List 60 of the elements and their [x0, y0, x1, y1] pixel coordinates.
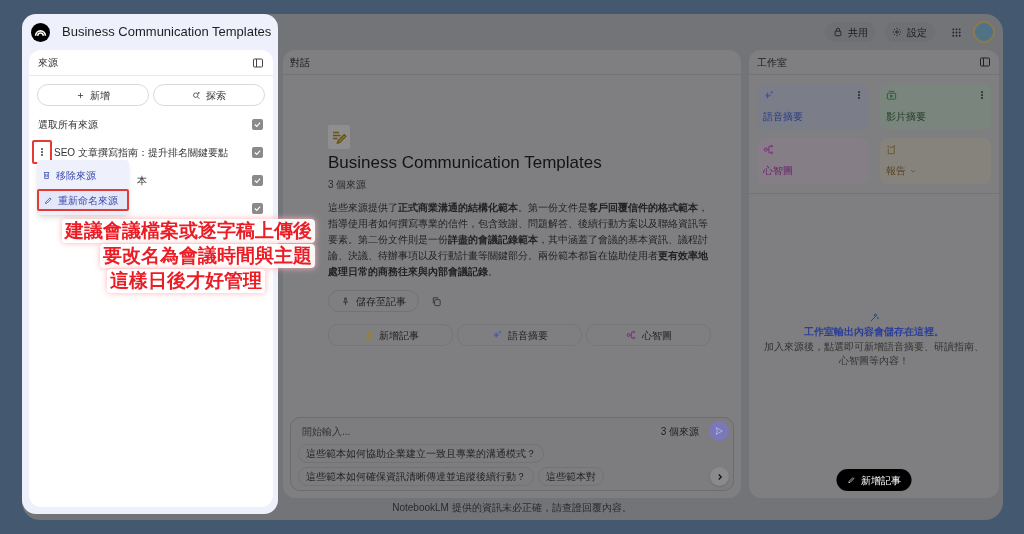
annotation-text: 建議會議檔案或逐字稿上傳後: [62, 219, 315, 243]
remove-source-menu-item[interactable]: 移除來源: [37, 164, 129, 186]
settings-icon: [892, 27, 902, 37]
video-overview-tile[interactable]: 影片摘要: [880, 84, 991, 130]
empty-state-text: 加入來源後，點選即可新增語音摘要、研讀指南、心智圖等內容！: [763, 340, 985, 368]
checkmark-icon: [253, 203, 262, 213]
add-note-button[interactable]: 新增記事: [328, 324, 453, 346]
rename-source-menu-item[interactable]: 重新命名來源: [37, 189, 129, 211]
checkmark-icon: [253, 147, 262, 157]
source-count: 3 個來源: [660, 424, 699, 439]
document-icon: [362, 330, 373, 340]
sound-wave-icon: [491, 330, 502, 340]
grid-icon: [950, 26, 962, 38]
video-icon: [886, 90, 897, 101]
audio-overview-button[interactable]: 語音摘要: [457, 324, 582, 346]
plus-icon: [76, 90, 85, 100]
next-suggestions-button[interactable]: [710, 467, 729, 486]
add-note-button[interactable]: 新增記事: [836, 469, 912, 491]
mind-map-button[interactable]: 心智圖: [586, 324, 711, 346]
trash-icon: [42, 170, 51, 180]
checkmark-icon: [253, 119, 262, 129]
pin-icon: [341, 296, 350, 306]
pencil-icon: [44, 195, 53, 205]
disclaimer-text: NotebookLM 提供的資訊未必正確，請查證回覆內容。: [391, 501, 633, 515]
select-all-label: 選取所有來源: [38, 117, 98, 132]
summary-paragraph: 這些來源提供了正式商業溝通的結構化範本。第一份文件是客戶回覆信件的格式範本，指導使用者如何撰寫專業的信件，包含致謝、問題解答、後續行動方案以及聯絡資訊等要素。第二份文件則是一份詳盡的會議記錄範本，其中涵蓋了會議的基本資訊、議程討論、決議、待辦事項以及行動計畫等關鍵部分。兩份範本都旨在協助使用者更有效率地處理日常的商務往來與內部會議記錄。: [328, 201, 709, 279]
report-tile[interactable]: 報告: [880, 138, 991, 184]
annotation-text: 這樣日後才好管理: [107, 269, 265, 293]
document-sparkle-icon: [886, 144, 897, 155]
pencil-icon: [847, 476, 856, 484]
source-title[interactable]: SEO 文章撰寫指南：提升排名關鍵要點: [54, 144, 228, 160]
mind-map-tile[interactable]: 心智圖: [757, 138, 868, 184]
panel-toggle-icon: [252, 56, 264, 69]
checkbox[interactable]: [252, 118, 263, 130]
checkbox[interactable]: [252, 202, 263, 214]
empty-state-title: 工作室輸出內容會儲存在這裡。: [804, 325, 944, 339]
share-button[interactable]: 共用: [825, 22, 876, 42]
checkmark-icon: [253, 175, 262, 185]
checkbox[interactable]: [252, 146, 263, 158]
mind-map-icon: [625, 330, 636, 340]
panel-toggle-icon: [979, 56, 991, 68]
mind-map-icon: [763, 144, 774, 155]
notebook-title: Business Communication Templates: [62, 23, 272, 42]
settings-button[interactable]: 設定: [884, 22, 935, 42]
sound-wave-icon: [763, 90, 774, 101]
magic-wand-icon: [868, 312, 880, 323]
lock-icon: [833, 27, 843, 37]
send-icon: [714, 426, 724, 436]
checkbox[interactable]: [252, 174, 263, 186]
copy-icon: [430, 295, 442, 307]
annotation-text: 要改名為會議時間與主題: [100, 244, 315, 268]
notebook-heading: Business Communication Templates: [328, 152, 603, 174]
panel-title: 工作室: [757, 55, 787, 70]
source-count: 3 個來源: [328, 178, 368, 192]
panel-title: 對話: [290, 55, 310, 70]
audio-overview-tile[interactable]: 語音摘要: [757, 84, 868, 130]
chat-input-field[interactable]: 開始輸入...: [302, 423, 602, 439]
search-icon: [192, 90, 201, 100]
source-title[interactable]: 本: [137, 172, 147, 188]
panel-title: 來源: [38, 56, 58, 70]
